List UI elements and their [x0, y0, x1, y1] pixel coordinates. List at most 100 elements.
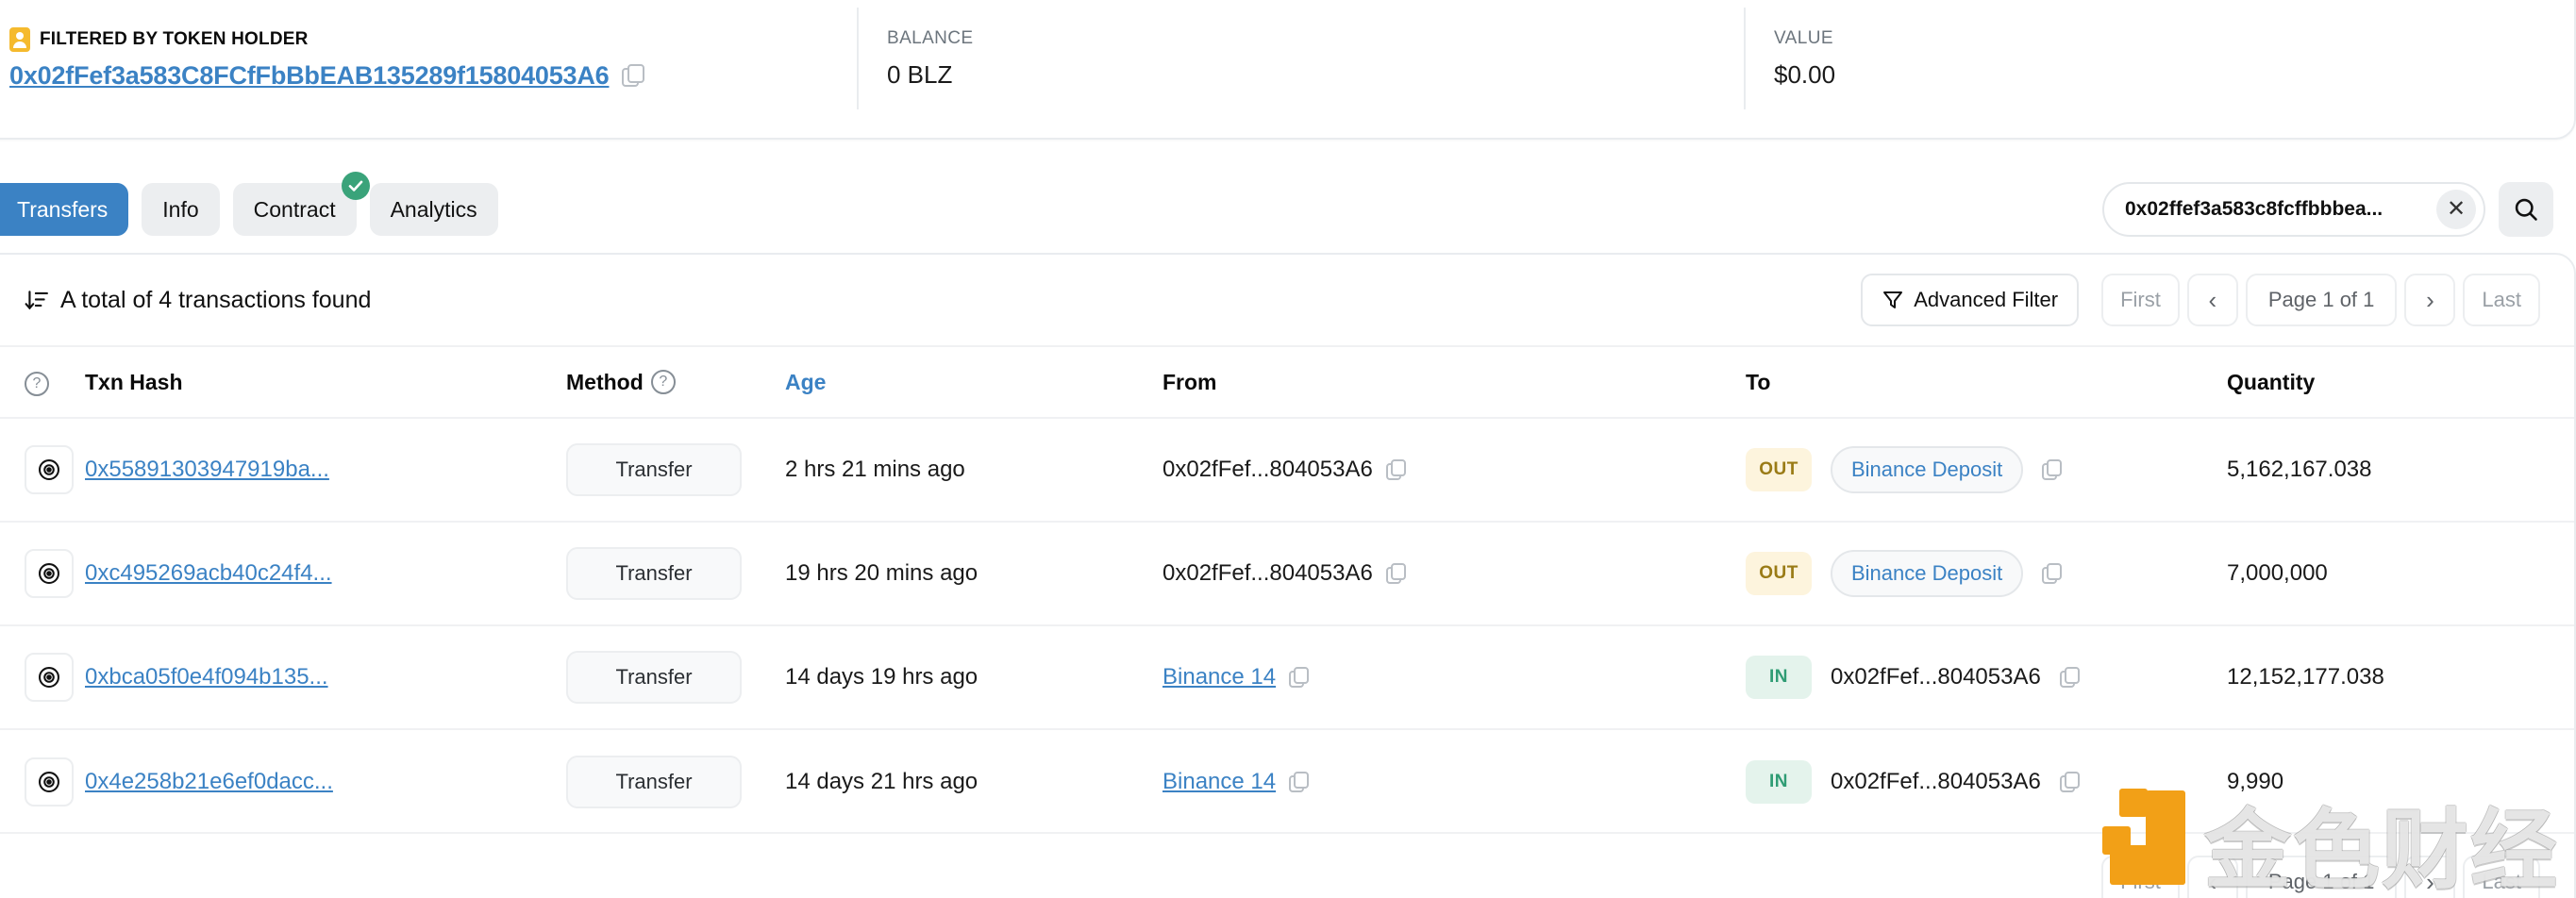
row-to-cell: OUT Binance Deposit	[1746, 522, 2227, 626]
view-details-button[interactable]	[25, 445, 74, 494]
bottom-pagination: First ‹ Page 1 of 1 › Last	[2101, 856, 2540, 898]
tab-transfers[interactable]: Transfers	[0, 183, 129, 236]
help-icon[interactable]: ?	[25, 372, 49, 396]
column-header-age[interactable]: Age	[785, 345, 1163, 419]
pagination-prev-button[interactable]: ‹	[2186, 274, 2238, 326]
filter-icon	[1883, 291, 1903, 308]
table-header-row: ? Txn Hash Method ? Age From To Quantity	[0, 345, 2574, 419]
filter-label-row: FILTERED BY TOKEN HOLDER	[9, 26, 857, 52]
from-address-tag[interactable]: Binance 14	[1163, 664, 1276, 690]
transfers-table: ? Txn Hash Method ? Age From To Quantity…	[0, 345, 2574, 833]
row-to-cell: IN 0x02fFef...804053A6	[1746, 625, 2227, 730]
table-row: 0x55891303947919ba... Transfer 2 hrs 21 …	[0, 418, 2574, 523]
search-button[interactable]	[2499, 182, 2553, 237]
copy-icon[interactable]	[1385, 563, 1406, 584]
copy-icon[interactable]	[1289, 667, 1310, 688]
transactions-total: A total of 4 transactions found	[25, 287, 371, 314]
tab-analytics-label: Analytics	[390, 196, 477, 222]
table-body: 0x55891303947919ba... Transfer 2 hrs 21 …	[0, 418, 2574, 833]
tabs-right-controls: 0x02ffef3a583c8fcffbbbea... ✕	[2102, 182, 2576, 237]
token-holder-summary-card: FILTERED BY TOKEN HOLDER 0x02fFef3a583C8…	[0, 0, 2576, 140]
view-details-button[interactable]	[25, 757, 74, 807]
row-hash-cell: 0xbca05f0e4f094b135...	[85, 625, 566, 730]
row-quantity-cell: 12,152,177.038	[2227, 625, 2574, 730]
table-row: 0xbca05f0e4f094b135... Transfer 14 days …	[0, 625, 2574, 730]
to-address-tag[interactable]: Binance Deposit	[1831, 550, 2024, 597]
row-quantity-cell: 5,162,167.038	[2227, 418, 2574, 523]
pagination-next-button[interactable]: ›	[2404, 856, 2456, 898]
row-hash-cell: 0xc495269acb40c24f4...	[85, 522, 566, 626]
column-header-from-label: From	[1163, 369, 1217, 394]
row-method-cell: Transfer	[566, 522, 785, 626]
column-header-txn-hash-label: Txn Hash	[85, 369, 183, 394]
row-eye-cell	[0, 418, 85, 523]
tabs-bar: Transfers Info Contract Analytics 0x02ff…	[0, 168, 2576, 251]
pagination-first-button[interactable]: First	[2101, 274, 2180, 326]
pagination-first-button[interactable]: First	[2101, 856, 2180, 898]
pagination-page-indicator[interactable]: Page 1 of 1	[2245, 856, 2398, 898]
from-address: 0x02fFef...804053A6	[1163, 457, 1373, 482]
column-header-from: From	[1163, 345, 1746, 419]
direction-badge: OUT	[1746, 448, 1812, 491]
from-address-tag[interactable]: Binance 14	[1163, 769, 1276, 795]
column-header-quantity-label: Quantity	[2227, 369, 2316, 394]
pagination-prev-button[interactable]: ‹	[2186, 856, 2238, 898]
row-age-cell: 2 hrs 21 mins ago	[785, 418, 1163, 523]
pagination-page-indicator[interactable]: Page 1 of 1	[2245, 274, 2398, 326]
pagination-last-button[interactable]: Last	[2463, 856, 2540, 898]
pagination-last-button[interactable]: Last	[2463, 274, 2540, 326]
direction-badge: OUT	[1746, 552, 1812, 595]
column-header-method-label: Method	[566, 369, 644, 394]
panel-header: A total of 4 transactions found Advanced…	[0, 255, 2574, 345]
filtered-by-token-holder-label: FILTERED BY TOKEN HOLDER	[40, 28, 309, 49]
row-to-cell: IN 0x02fFef...804053A6	[1746, 729, 2227, 833]
to-address-tag[interactable]: Binance Deposit	[1831, 446, 2024, 493]
tab-analytics[interactable]: Analytics	[369, 183, 498, 236]
txn-hash-link[interactable]: 0xbca05f0e4f094b135...	[85, 664, 328, 690]
row-to-cell: OUT Binance Deposit	[1746, 418, 2227, 523]
row-quantity-cell: 7,000,000	[2227, 522, 2574, 626]
view-details-button[interactable]	[25, 549, 74, 598]
copy-icon[interactable]	[2042, 563, 2063, 584]
copy-icon[interactable]	[2042, 459, 2063, 480]
copy-icon[interactable]	[2059, 771, 2080, 792]
search-icon	[2515, 198, 2537, 221]
panel-header-controls: Advanced Filter First ‹ Page 1 of 1 › La…	[1861, 274, 2540, 326]
to-address: 0x02fFef...804053A6	[1831, 768, 2041, 794]
search-field[interactable]: 0x02ffef3a583c8fcffbbbea... ✕	[2102, 182, 2485, 237]
row-from-cell: Binance 14	[1163, 729, 1746, 833]
clear-search-icon[interactable]: ✕	[2436, 190, 2476, 229]
eye-icon	[39, 771, 59, 792]
column-header-quantity: Quantity	[2227, 345, 2574, 419]
tab-info-label: Info	[162, 196, 199, 222]
txn-hash-link[interactable]: 0x4e258b21e6ef0dacc...	[85, 769, 333, 794]
search-input-value[interactable]: 0x02ffef3a583c8fcffbbbea...	[2125, 198, 2436, 221]
from-address: 0x02fFef...804053A6	[1163, 560, 1373, 586]
row-eye-cell	[0, 522, 85, 626]
balance-block: BALANCE 0 BLZ	[857, 0, 1744, 138]
token-holder-icon	[9, 26, 30, 52]
eye-icon	[39, 667, 59, 688]
row-hash-cell: 0x4e258b21e6ef0dacc...	[85, 729, 566, 833]
sort-icon[interactable]	[25, 288, 49, 312]
txn-hash-link[interactable]: 0x55891303947919ba...	[85, 457, 329, 482]
advanced-filter-button[interactable]: Advanced Filter	[1861, 274, 2080, 326]
tab-info[interactable]: Info	[142, 183, 220, 236]
tab-contract-label: Contract	[253, 196, 336, 222]
tab-contract[interactable]: Contract	[232, 172, 370, 236]
value-label: VALUE	[1774, 27, 1833, 48]
copy-icon[interactable]	[1385, 459, 1406, 480]
holder-address-link[interactable]: 0x02fFef3a583C8FCfFbBbEAB135289f15804053…	[9, 61, 610, 91]
row-age-cell: 19 hrs 20 mins ago	[785, 522, 1163, 626]
column-header-txn-hash: Txn Hash	[85, 345, 566, 419]
copy-icon[interactable]	[622, 64, 645, 87]
pagination-next-button[interactable]: ›	[2404, 274, 2456, 326]
row-from-cell: 0x02fFef...804053A6	[1163, 522, 1746, 626]
row-from-cell: Binance 14	[1163, 625, 1746, 730]
copy-icon[interactable]	[2059, 667, 2080, 688]
txn-hash-link[interactable]: 0xc495269acb40c24f4...	[85, 560, 332, 586]
view-details-button[interactable]	[25, 653, 74, 702]
row-method-cell: Transfer	[566, 729, 785, 833]
copy-icon[interactable]	[1289, 771, 1310, 792]
method-help-icon[interactable]: ?	[650, 370, 676, 394]
